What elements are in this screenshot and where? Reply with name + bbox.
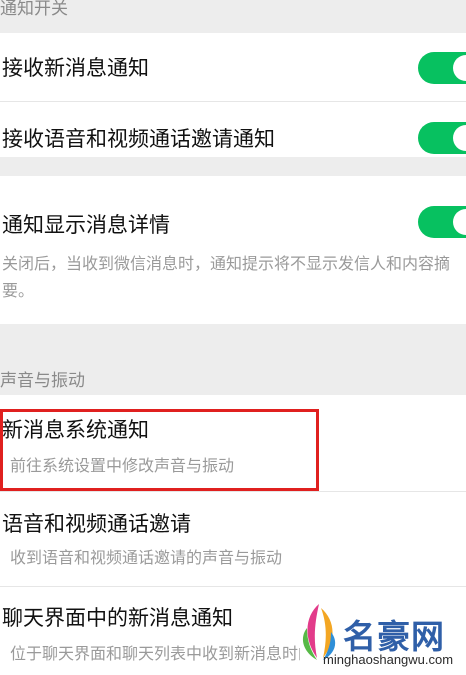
settings-group-message-detail: 通知显示消息详情 关闭后，当收到微信消息时，通知提示将不显示发信人和内容摘要。: [0, 176, 466, 324]
setting-row-receive-call-invite[interactable]: 接收语音和视频通话邀请通知: [0, 102, 466, 157]
setting-description: 收到语音和视频通话邀请的声音与振动: [10, 548, 283, 567]
highlight-annotation-box: [0, 409, 319, 491]
section-header-sound-vibration: 声音与振动: [0, 371, 85, 391]
setting-row-show-message-detail[interactable]: 通知显示消息详情 关闭后，当收到微信消息时，通知提示将不显示发信人和内容摘要。: [0, 176, 466, 324]
show-message-detail-toggle[interactable]: [418, 206, 466, 238]
receive-new-message-toggle[interactable]: [418, 52, 466, 84]
setting-description: 位于聊天界面和聊天列表中收到新消息时的声音与振动: [10, 644, 300, 663]
toggle-knob: [453, 55, 466, 81]
setting-label: 接收新消息通知: [2, 56, 149, 80]
setting-label: 接收语音和视频通话邀请通知: [2, 127, 275, 151]
setting-description-clip: 位于聊天界面和聊天列表中收到新消息时的声音与振动: [0, 587, 300, 675]
setting-description: 关闭后，当收到微信消息时，通知提示将不显示发信人和内容摘要。: [2, 254, 451, 300]
settings-group-notifications: 接收新消息通知 接收语音和视频通话邀请通知: [0, 33, 466, 157]
setting-row-voice-video-call-invite[interactable]: 语音和视频通话邀请 收到语音和视频通话邀请的声音与振动: [0, 492, 466, 586]
setting-label: 语音和视频通话邀请: [2, 512, 191, 536]
toggle-knob: [453, 209, 466, 235]
setting-label: 通知显示消息详情: [2, 213, 170, 237]
watermark-brand: 名豪网: [343, 620, 445, 656]
site-watermark: 名豪网 minghaoshangwu.com: [297, 598, 466, 675]
setting-row-receive-new-message[interactable]: 接收新消息通知: [0, 33, 466, 101]
watermark-url: minghaoshangwu.com: [323, 652, 454, 667]
toggle-knob: [453, 125, 466, 151]
section-header-notification-switch: 通知开关: [0, 0, 68, 19]
receive-call-invite-toggle[interactable]: [418, 122, 466, 154]
